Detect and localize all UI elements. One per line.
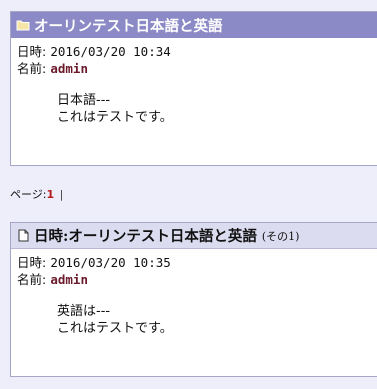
- message-line: 英語は---: [57, 304, 111, 319]
- date-label: 日時:: [17, 44, 47, 59]
- document-icon: [16, 229, 30, 243]
- pagination: ページ:1 |: [10, 186, 63, 202]
- date-value: 2016/03/20 10:34: [50, 44, 171, 59]
- post-author-row: 名前: admin: [17, 272, 377, 289]
- date-value: 2016/03/20 10:35: [50, 255, 171, 270]
- author-name: admin: [50, 61, 88, 76]
- post-header: オーリンテスト日本語と英語: [11, 12, 377, 38]
- message-line: これはテストです。: [57, 321, 173, 336]
- author-label: 名前:: [17, 272, 47, 287]
- post-body: 日時: 2016/03/20 10:35 名前: admin 英語は--- これ…: [11, 249, 377, 337]
- message-line: 日本語---: [57, 93, 111, 108]
- post-title[interactable]: 日時:オーリンテスト日本語と英語: [34, 225, 257, 246]
- date-label: 日時:: [17, 255, 47, 270]
- post-reply: 日時:オーリンテスト日本語と英語 (その1) 日時: 2016/03/20 10…: [10, 222, 377, 377]
- author-name: admin: [50, 272, 88, 287]
- post-title[interactable]: オーリンテスト日本語と英語: [34, 15, 223, 36]
- message-line: これはテストです。: [57, 110, 173, 125]
- post-body: 日時: 2016/03/20 10:34 名前: admin 日本語--- これ…: [11, 38, 377, 126]
- post-date-row: 日時: 2016/03/20 10:34: [17, 44, 377, 61]
- post-date-row: 日時: 2016/03/20 10:35: [17, 255, 377, 272]
- post-message: 日本語--- これはテストです。: [17, 92, 377, 126]
- post-parent: オーリンテスト日本語と英語 日時: 2016/03/20 10:34 名前: a…: [10, 11, 377, 166]
- post-subtitle: (その1): [261, 229, 300, 243]
- pager-page-link[interactable]: 1: [47, 188, 55, 201]
- author-label: 名前:: [17, 61, 47, 76]
- post-author-row: 名前: admin: [17, 61, 377, 78]
- pager-separator: |: [59, 188, 64, 201]
- folder-icon: [16, 18, 30, 32]
- pager-label: ページ:: [10, 188, 47, 201]
- post-message: 英語は--- これはテストです。: [17, 303, 377, 337]
- post-header: 日時:オーリンテスト日本語と英語 (その1): [11, 223, 377, 249]
